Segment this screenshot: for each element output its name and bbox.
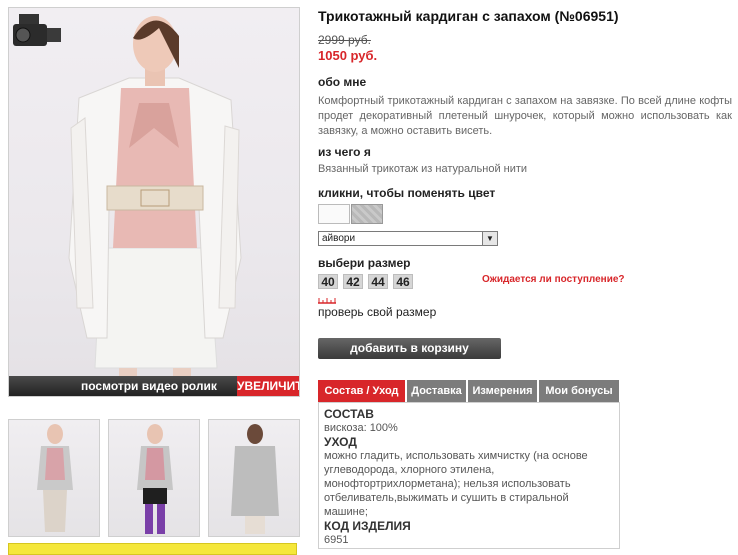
ruler-icon xyxy=(318,298,336,304)
composition-text: вискоза: 100% xyxy=(324,422,398,434)
thumbnail-2[interactable] xyxy=(108,419,200,537)
model-illustration xyxy=(68,16,242,396)
product-code: 6951 xyxy=(324,534,349,546)
color-heading: кликни, чтобы поменять цвет xyxy=(318,186,496,200)
about-heading: обо мне xyxy=(318,75,367,89)
tab-delivery[interactable]: Доставка xyxy=(407,380,467,402)
thumbnail-1[interactable] xyxy=(8,419,100,537)
thumbnail-image xyxy=(37,424,73,532)
color-select[interactable]: айвори ▼ xyxy=(318,231,498,246)
add-to-cart-button[interactable]: добавить в корзину xyxy=(318,338,501,359)
thumbnail-image xyxy=(231,424,279,534)
chevron-down-icon[interactable]: ▼ xyxy=(482,232,497,245)
video-camera-icon[interactable] xyxy=(9,8,69,52)
video-bar[interactable]: посмотри видео ролик УВЕЛИЧИТЬ xyxy=(9,376,299,396)
product-description: Комфортный трикотажный кардиган с запахо… xyxy=(318,95,732,137)
enlarge-button[interactable]: УВЕЛИЧИТЬ xyxy=(237,376,299,396)
old-price: 2999 руб. xyxy=(318,33,371,47)
tab-composition-care[interactable]: Состав / Уход xyxy=(318,380,406,402)
color-swatch-grey[interactable] xyxy=(351,204,383,224)
composition-heading: СОСТАВ xyxy=(324,407,374,421)
current-price: 1050 руб. xyxy=(318,48,378,63)
size-option-40[interactable]: 40 xyxy=(318,274,338,289)
check-size-link[interactable]: проверь свой размер xyxy=(318,305,436,319)
size-option-44[interactable]: 44 xyxy=(368,274,388,289)
care-text: можно гладить, использовать химчистку (н… xyxy=(324,450,588,518)
promo-banner[interactable] xyxy=(8,543,297,555)
availability-link[interactable]: Ожидается ли поступление? xyxy=(482,274,625,285)
size-option-46[interactable]: 46 xyxy=(393,274,413,289)
material-heading: из чего я xyxy=(318,145,371,159)
tab-my-bonuses[interactable]: Мои бонусы xyxy=(539,380,620,402)
material-text: Вязанный трикотаж из натуральной нити xyxy=(318,163,528,175)
product-code-heading: КОД ИЗДЕЛИЯ xyxy=(324,519,411,533)
tab-measurements[interactable]: Измерения xyxy=(468,380,538,402)
product-title: Трикотажный кардиган с запахом (№06951) xyxy=(318,8,619,24)
main-product-photo[interactable]: посмотри видео ролик УВЕЛИЧИТЬ xyxy=(8,7,300,397)
color-swatch-white[interactable] xyxy=(318,204,350,224)
tab-panel-composition: СОСТАВ вискоза: 100% УХОД можно гладить,… xyxy=(318,402,620,549)
thumbnail-3[interactable] xyxy=(208,419,300,537)
watch-video-label[interactable]: посмотри видео ролик xyxy=(81,376,217,396)
size-option-42[interactable]: 42 xyxy=(343,274,363,289)
size-heading: выбери размер xyxy=(318,256,411,270)
details-tabs: Состав / Уход Доставка Измерения Мои бон… xyxy=(318,380,620,402)
color-select-value: айвори xyxy=(322,233,356,244)
thumbnail-image xyxy=(137,424,173,534)
care-heading: УХОД xyxy=(324,435,357,449)
